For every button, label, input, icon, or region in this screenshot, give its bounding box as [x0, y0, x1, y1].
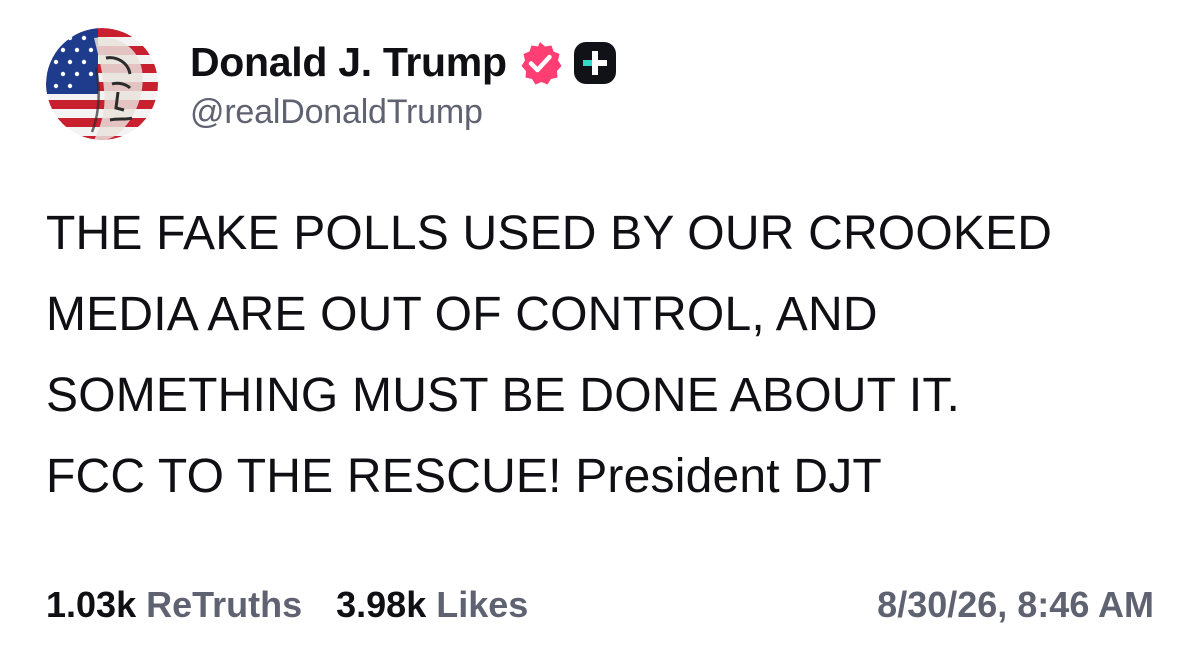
post-timestamp: 8/30/26, 8:46 AM: [877, 584, 1154, 625]
post-footer: 1.03k ReTruths 3.98k Likes 8/30/26, 8:46…: [46, 580, 1154, 630]
retruths-stat[interactable]: 1.03k ReTruths: [46, 584, 302, 626]
truth-plus-icon: [573, 41, 616, 84]
likes-label: Likes: [436, 584, 529, 625]
likes-stat[interactable]: 3.98k Likes: [336, 584, 528, 626]
post-header: Donald J. Trump @realDonaldTrump: [46, 28, 617, 140]
post-body: THE FAKE POLLS USED BY OUR CROOKED MEDIA…: [46, 193, 1156, 517]
post-text-line: MEDIA ARE OUT OF CONTROL, AND: [46, 288, 878, 341]
display-name[interactable]: Donald J. Trump: [190, 39, 507, 86]
post-text-line: FCC TO THE RESCUE! President DJT: [46, 450, 882, 503]
verified-badge-icon: [521, 41, 562, 84]
truth-post: Donald J. Trump @realDonaldTrump THE FAK…: [0, 0, 1200, 665]
author-handle[interactable]: @realDonaldTrump: [190, 93, 617, 132]
name-row: Donald J. Trump: [190, 37, 617, 89]
author-identity: Donald J. Trump @realDonaldTrump: [190, 37, 617, 132]
post-text-line: SOMETHING MUST BE DONE ABOUT IT.: [46, 369, 961, 422]
likes-count: 3.98k: [336, 584, 427, 625]
retruths-count: 1.03k: [46, 584, 137, 625]
post-text-line: THE FAKE POLLS USED BY OUR CROOKED: [46, 207, 1053, 260]
flag-portrait-avatar-icon: [46, 28, 158, 140]
avatar[interactable]: [46, 28, 158, 140]
retruths-label: ReTruths: [146, 584, 303, 625]
